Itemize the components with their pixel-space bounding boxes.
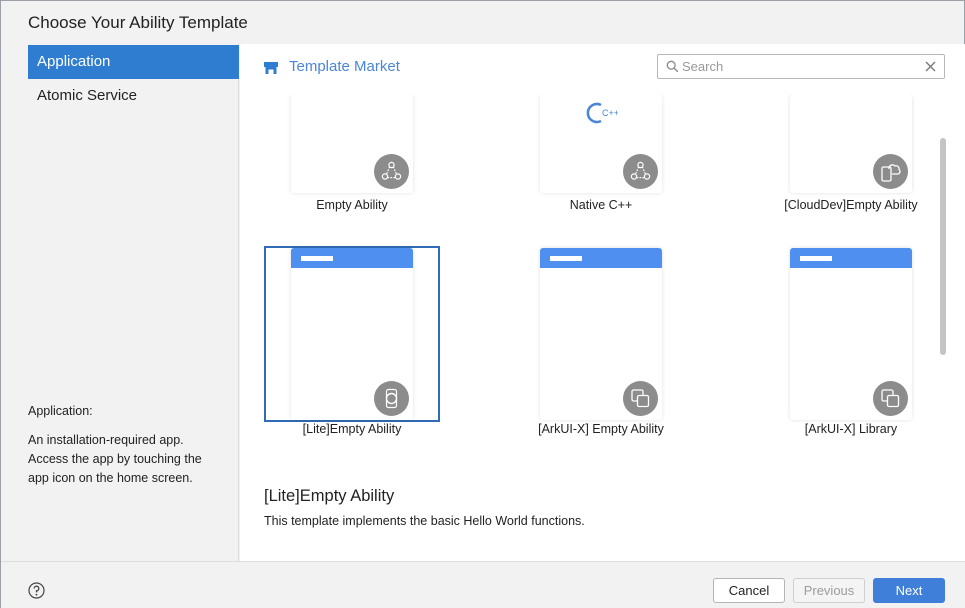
template-card-native-cpp[interactable]: C++ Native C++ bbox=[513, 95, 689, 246]
badge bbox=[873, 154, 908, 189]
template-card-lite-empty-ability[interactable]: [Lite]Empty Ability bbox=[264, 246, 440, 436]
template-label: [CloudDev]Empty Ability bbox=[784, 198, 918, 212]
preview-title-bar bbox=[790, 248, 912, 268]
search-box[interactable] bbox=[657, 54, 945, 79]
sidebar: Application Atomic Service Application: … bbox=[1, 44, 239, 561]
help-icon[interactable] bbox=[28, 582, 45, 599]
preview-title-bar bbox=[291, 248, 413, 268]
next-button[interactable]: Next bbox=[873, 578, 945, 603]
grid-scrollbar[interactable] bbox=[940, 138, 946, 355]
template-preview bbox=[790, 248, 912, 420]
cpp-logo-text: C++ bbox=[602, 108, 618, 118]
template-market-label[interactable]: Template Market bbox=[289, 58, 400, 75]
dialog-footer: Cancel Previous Next bbox=[1, 561, 965, 608]
previous-button[interactable]: Previous bbox=[793, 578, 865, 603]
badge bbox=[374, 154, 409, 189]
dialog-window: Choose Your Ability Template Application… bbox=[0, 0, 965, 608]
nodes-icon bbox=[630, 161, 651, 180]
sidebar-item-atomic-service[interactable]: Atomic Service bbox=[28, 79, 239, 113]
cancel-button[interactable]: Cancel bbox=[713, 578, 785, 603]
template-preview bbox=[790, 95, 912, 193]
selected-template-title: [Lite]Empty Ability bbox=[264, 487, 395, 505]
dialog-title: Choose Your Ability Template bbox=[28, 13, 248, 32]
badge bbox=[374, 381, 409, 416]
badge bbox=[873, 381, 908, 416]
template-card-empty-ability[interactable]: Empty Ability bbox=[264, 95, 440, 246]
store-icon bbox=[264, 62, 278, 74]
main-panel: Template Market Search Empty Ability C++… bbox=[240, 44, 965, 561]
sidebar-description: Application: An installation-required ap… bbox=[28, 402, 218, 488]
template-label: [ArkUI-X] Empty Ability bbox=[538, 422, 664, 436]
cloud-device-icon bbox=[881, 164, 901, 182]
badge bbox=[623, 154, 658, 189]
template-label: Native C++ bbox=[569, 198, 633, 212]
template-preview bbox=[291, 248, 413, 420]
cpp-logo-icon: C++ bbox=[586, 102, 618, 124]
template-preview bbox=[540, 248, 662, 420]
template-grid: Empty Ability C++ Native C++ [CloudDev]E… bbox=[240, 95, 940, 440]
template-label: [ArkUI-X] Library bbox=[804, 422, 898, 436]
template-card-arkui-x-empty-ability[interactable]: [ArkUI-X] Empty Ability bbox=[513, 246, 689, 436]
sidebar-item-application[interactable]: Application bbox=[28, 45, 239, 79]
sidebar-description-title: Application: bbox=[28, 404, 93, 418]
preview-title-bar bbox=[540, 248, 662, 268]
selected-template-description: This template implements the basic Hello… bbox=[264, 514, 585, 528]
template-label: [Lite]Empty Ability bbox=[302, 422, 402, 436]
template-label: Empty Ability bbox=[316, 198, 388, 212]
template-card-clouddev-empty-ability[interactable]: [CloudDev]Empty Ability bbox=[763, 95, 939, 246]
nodes-icon bbox=[381, 161, 402, 180]
watch-icon bbox=[385, 388, 398, 409]
search-input[interactable] bbox=[682, 57, 917, 76]
multi-device-icon bbox=[881, 389, 900, 408]
search-icon bbox=[666, 60, 679, 73]
badge bbox=[623, 381, 658, 416]
multi-device-icon bbox=[631, 389, 650, 408]
sidebar-description-body: An installation-required app. Access the… bbox=[28, 433, 202, 485]
template-preview: C++ bbox=[540, 95, 662, 193]
template-card-arkui-x-library[interactable]: [ArkUI-X] Library bbox=[763, 246, 939, 436]
template-preview bbox=[291, 95, 413, 193]
close-icon[interactable] bbox=[924, 60, 937, 73]
